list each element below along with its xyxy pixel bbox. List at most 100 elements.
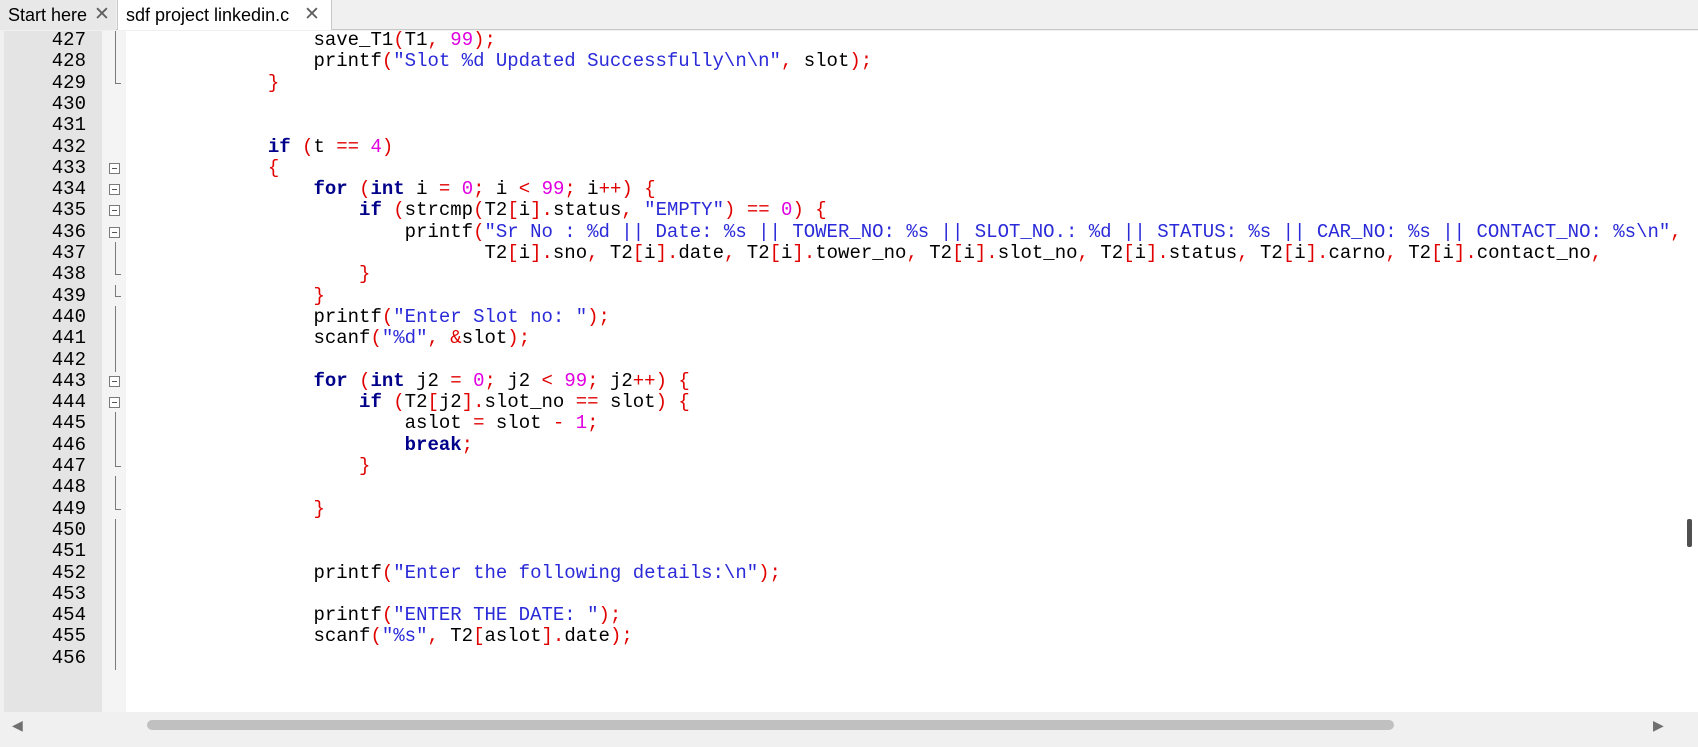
code-token: ; [587, 369, 599, 392]
code-line[interactable]: 440 printf("Enter Slot no: "); [4, 305, 1698, 329]
code-area[interactable]: 427 save_T1(T1, 99); 428 printf("Slot %d … [4, 31, 1698, 712]
code-line[interactable]: 434 for (int i = 0; i < 99; i++) { [4, 178, 1698, 201]
code-token: ++ [632, 369, 656, 392]
fold-toggle-icon[interactable] [109, 184, 120, 196]
code-token: break [404, 433, 462, 456]
code-token: "Enter Slot no: " [393, 305, 588, 328]
line-number: 454 [51, 604, 86, 627]
code-token: ( [370, 625, 382, 648]
code-token: 0 [473, 369, 485, 392]
code-line[interactable]: 449 } [4, 497, 1698, 521]
code-line[interactable]: 453 [4, 582, 1698, 606]
line-number: 444 [51, 391, 86, 414]
fold-guide [115, 71, 121, 84]
close-icon[interactable]: ✕ [304, 3, 320, 26]
code-token: [ [1123, 242, 1135, 264]
fold-toggle-icon[interactable] [109, 205, 120, 217]
horizontal-scrollbar-thumb[interactable] [147, 720, 1394, 730]
line-number: 429 [51, 71, 86, 94]
code-line[interactable]: 443 for (int j2 = 0; j2 < 99; j2++) { [4, 370, 1698, 393]
scroll-right-arrow-icon[interactable]: ▶ [1653, 717, 1664, 734]
code-token: ( [393, 391, 405, 414]
vertical-scrollbar-thumb[interactable] [1687, 519, 1692, 547]
fold-guide [115, 540, 116, 564]
code-token: if [359, 391, 382, 414]
line-number: 449 [51, 497, 86, 520]
code-line[interactable]: 439 } [4, 284, 1698, 308]
code-token: { [678, 391, 690, 414]
code-line[interactable]: 427 save_T1(T1, 99); [4, 31, 1698, 52]
code-line[interactable]: 451 [4, 540, 1698, 564]
code-line[interactable]: 431 [4, 114, 1698, 137]
horizontal-scrollbar[interactable]: ◀ ▶ [4, 712, 1698, 736]
fold-toggle-icon[interactable] [109, 226, 120, 238]
tab-bar: Start here ✕ sdf project linkedin.c ✕ [0, 0, 1698, 30]
code-line[interactable]: 437 T2[i].sno, T2[i].date, T2[i].tower_n… [4, 242, 1698, 265]
code-text: scanf("%s", T2[aslot].date); [131, 625, 632, 648]
close-icon[interactable]: ✕ [94, 3, 110, 26]
code-token: T2 [1088, 242, 1124, 264]
tab-start-here[interactable]: Start here ✕ [0, 0, 116, 30]
code-token: ( [473, 199, 485, 222]
code-line[interactable]: 450 [4, 518, 1698, 542]
code-line[interactable]: 428 printf("Slot %d Updated Successfully… [4, 50, 1698, 74]
line-number: 438 [51, 263, 86, 286]
line-number: 443 [51, 369, 86, 392]
code-line[interactable]: 429 } [4, 71, 1698, 95]
code-token: for [313, 369, 348, 392]
code-token: contact_no [1476, 242, 1591, 264]
code-token: scanf [313, 327, 371, 350]
code-line[interactable]: 446 break; [4, 433, 1698, 457]
code-line[interactable]: 430 [4, 93, 1698, 116]
code-token: if [359, 199, 382, 222]
code-text: scanf("%d", &slot); [131, 327, 530, 350]
code-line[interactable]: 447 } [4, 455, 1698, 478]
code-line[interactable]: 448 [4, 476, 1698, 500]
scroll-left-arrow-icon[interactable]: ◀ [12, 717, 23, 734]
code-token: , [723, 242, 736, 264]
code-token: { [644, 178, 656, 201]
code-token: "Enter the following details:\n" [393, 561, 759, 584]
code-line[interactable]: 436 printf("Sr No : %d || Date: %s || TO… [4, 221, 1698, 244]
code-token: 0 [461, 178, 474, 201]
code-line[interactable]: 454 printf("ENTER THE DATE: "); [4, 604, 1698, 628]
code-token: ) [621, 178, 633, 201]
code-line[interactable]: 435 if (strcmp(T2[i].status, "EMPTY") ==… [4, 199, 1698, 222]
code-line[interactable]: 445 aslot = slot - 1; [4, 412, 1698, 436]
code-editor[interactable]: 427 save_T1(T1, 99); 428 printf("Slot %d … [4, 31, 1698, 712]
fold-guide [115, 305, 116, 329]
code-token: slot [461, 327, 508, 350]
code-line[interactable]: 433 { [4, 157, 1698, 180]
code-token: 99 [541, 178, 565, 201]
line-number: 433 [51, 156, 86, 179]
fold-toggle-icon[interactable] [109, 375, 120, 387]
code-line[interactable]: 438 } [4, 263, 1698, 286]
code-line[interactable]: 455 scanf("%s", T2[aslot].date); [4, 625, 1698, 649]
code-token: int [370, 178, 405, 201]
code-token: [ [1431, 242, 1443, 264]
fold-toggle-icon[interactable] [109, 397, 120, 409]
fold-guide [115, 284, 121, 297]
tab-sdf-project-linkedin[interactable]: sdf project linkedin.c ✕ [117, 0, 332, 30]
code-token: slot [792, 50, 850, 73]
code-token: = [450, 369, 462, 392]
code-token: sno [552, 242, 588, 264]
code-line[interactable]: 442 [4, 348, 1698, 372]
code-token: , [780, 50, 793, 73]
code-line[interactable]: 444 if (T2[j2].slot_no == slot) { [4, 391, 1698, 414]
code-text: if (strcmp(T2[i].status, "EMPTY") == 0) … [131, 199, 827, 222]
code-line[interactable]: 452 printf("Enter the following details:… [4, 561, 1698, 585]
fold-guide [115, 50, 116, 74]
code-token: , [427, 625, 439, 648]
fold-toggle-icon[interactable] [109, 162, 120, 174]
code-line[interactable]: 432 if (t == 4) [4, 136, 1698, 159]
code-token: t [313, 135, 337, 158]
code-line[interactable]: 456 [4, 646, 1698, 670]
code-line[interactable]: 441 scanf("%d", &slot); [4, 327, 1698, 351]
code-token: [ [473, 625, 485, 648]
